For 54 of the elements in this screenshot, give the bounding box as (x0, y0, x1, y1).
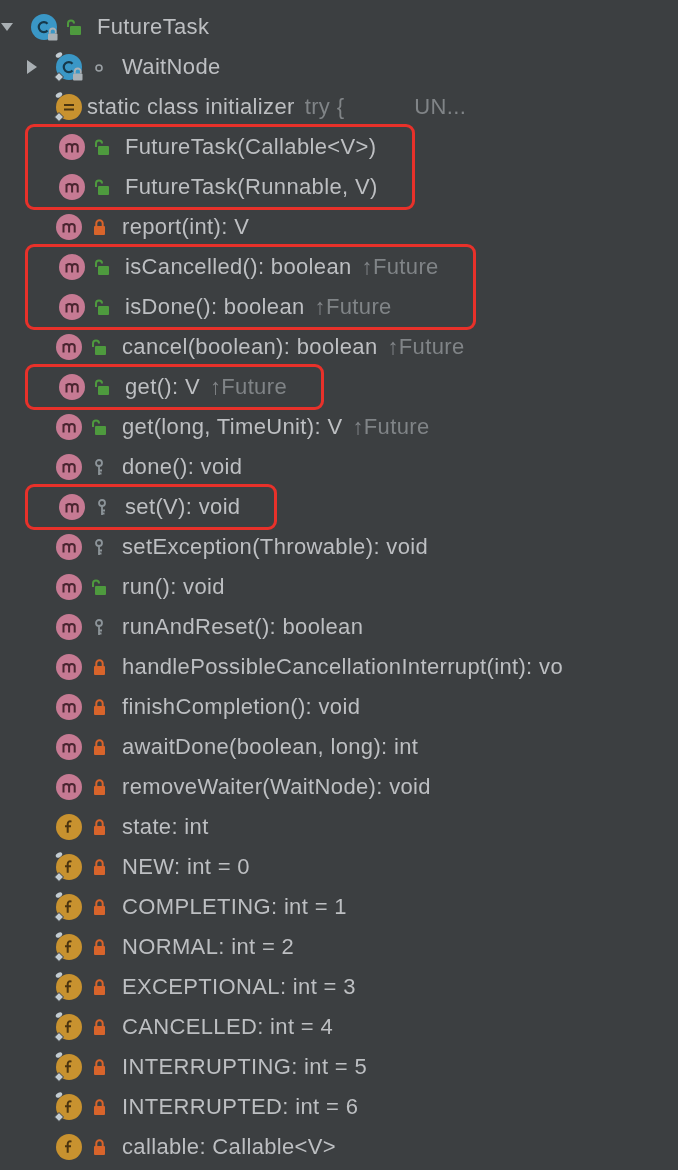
method-icon (53, 211, 85, 243)
member-name: cancel(boolean): boolean (122, 334, 378, 360)
inherited-from: ↑Future (352, 414, 430, 440)
method-icon (53, 571, 85, 603)
member-name: removeWaiter(WaitNode): void (122, 774, 431, 800)
method-icon (53, 331, 85, 363)
method-icon (53, 451, 85, 483)
member-name: isCancelled(): boolean (125, 254, 352, 280)
member-name: get(long, TimeUnit): V (122, 414, 343, 440)
method-icon (53, 651, 85, 683)
member-name: setException(Throwable): void (122, 534, 429, 560)
code-snippet: try { (304, 94, 345, 120)
member-name: done(): void (122, 454, 243, 480)
method-icon (56, 131, 88, 163)
method-icon (56, 171, 88, 203)
method-icon (56, 371, 88, 403)
location-text: UN... (414, 94, 467, 120)
member-name: get(): V (125, 374, 200, 400)
member-name: FutureTask(Callable<V>) (125, 134, 377, 160)
member-name: EXCEPTIONAL: int = 3 (122, 974, 356, 1000)
member-name: callable: Callable<V> (122, 1134, 337, 1160)
member-name: set(V): void (125, 494, 241, 520)
member-name: runAndReset(): boolean (122, 614, 364, 640)
member-name: FutureTask(Runnable, V) (125, 174, 378, 200)
member-name: state: int (122, 814, 209, 840)
method-icon (56, 251, 88, 283)
inherited-from: ↑Future (361, 254, 439, 280)
method-icon (53, 611, 85, 643)
method-icon (53, 731, 85, 763)
member-name: FutureTask (97, 14, 210, 40)
member-name: CANCELLED: int = 4 (122, 1014, 334, 1040)
member-name: COMPLETING: int = 1 (122, 894, 347, 920)
method-icon (53, 411, 85, 443)
method-icon (53, 691, 85, 723)
method-icon (56, 491, 88, 523)
member-name: run(): void (122, 574, 225, 600)
method-icon (53, 531, 85, 563)
member-name: report(int): V (122, 214, 250, 240)
member-name: isDone(): boolean (125, 294, 305, 320)
method-icon (53, 771, 85, 803)
member-name: NORMAL: int = 2 (122, 934, 295, 960)
inherited-from: ↑Future (387, 334, 465, 360)
member-name: handlePossibleCancellationInterrupt(int): vo (122, 654, 563, 680)
inherited-from: ↑Future (209, 374, 287, 400)
inherited-from: ↑Future (314, 294, 392, 320)
method-icon (56, 291, 88, 323)
expand-arrow-icon[interactable] (25, 59, 39, 75)
member-name: INTERRUPTING: int = 5 (122, 1054, 368, 1080)
member-name: WaitNode (122, 54, 221, 80)
member-name: finishCompletion(): void (122, 694, 361, 720)
member-name: static class initializer (87, 94, 295, 120)
member-name: NEW: int = 0 (122, 854, 250, 880)
member-name: INTERRUPTED: int = 6 (122, 1094, 359, 1120)
member-name: awaitDone(boolean, long): int (122, 734, 419, 760)
